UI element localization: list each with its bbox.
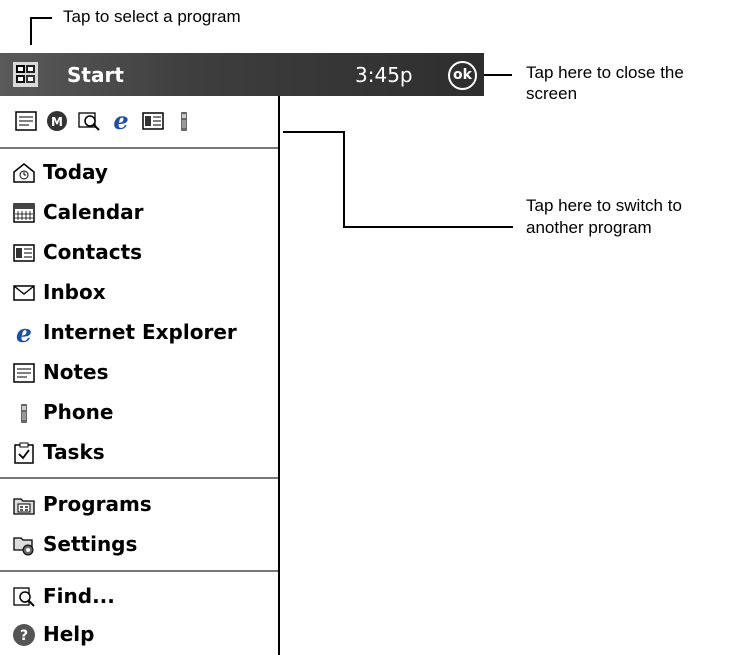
start-button[interactable]: Start bbox=[67, 63, 124, 87]
ok-button[interactable]: ok bbox=[448, 61, 477, 90]
taskbar: Start 3:45p ok bbox=[0, 53, 484, 96]
svg-text:?: ? bbox=[20, 628, 28, 644]
windows-flag-icon[interactable] bbox=[12, 61, 39, 88]
menu-item-label: Today bbox=[43, 160, 108, 184]
callout-select-program: Tap to select a program bbox=[63, 7, 241, 26]
svg-text:e: e bbox=[16, 321, 32, 345]
search-icon[interactable] bbox=[77, 109, 101, 133]
menu-item-help[interactable]: ? Help bbox=[0, 615, 278, 655]
menu-item-label: Notes bbox=[43, 360, 109, 384]
callout-line-select bbox=[30, 17, 32, 45]
phone-icon[interactable] bbox=[172, 109, 196, 133]
programs-folder-icon bbox=[13, 498, 35, 515]
menu-item-calendar[interactable]: Calendar bbox=[0, 193, 278, 233]
menu-item-programs[interactable]: Programs bbox=[0, 485, 278, 525]
menu-item-internet-explorer[interactable]: e Internet Explorer bbox=[0, 313, 278, 353]
menu-item-label: Internet Explorer bbox=[43, 320, 237, 344]
menu-item-contacts[interactable]: Contacts bbox=[0, 233, 278, 273]
start-menu: M e Today Calendar Contacts Inbox e Inte… bbox=[0, 96, 280, 655]
menu-separator bbox=[0, 477, 278, 479]
callout-switch-line2: another program bbox=[526, 218, 652, 237]
notes-icon[interactable] bbox=[14, 109, 38, 133]
callout-close-line2: screen bbox=[526, 84, 578, 103]
recent-programs-bar: M e bbox=[0, 96, 278, 146]
menu-item-label: Calendar bbox=[43, 200, 144, 224]
callout-line-switch-h2 bbox=[343, 226, 513, 228]
menu-item-label: Find... bbox=[43, 584, 115, 608]
internet-explorer-icon[interactable]: e bbox=[109, 109, 133, 133]
menu-item-label: Help bbox=[43, 622, 95, 646]
menu-item-label: Programs bbox=[43, 492, 152, 516]
menu-item-today[interactable]: Today bbox=[0, 153, 278, 193]
find-icon bbox=[13, 587, 35, 607]
help-icon: ? bbox=[13, 624, 35, 646]
callout-switch-line1: Tap here to switch to bbox=[526, 196, 682, 215]
today-icon bbox=[13, 163, 35, 183]
clock[interactable]: 3:45p bbox=[355, 63, 413, 87]
callout-line-select-h bbox=[30, 17, 52, 19]
inbox-icon bbox=[13, 285, 35, 301]
menu-item-label: Tasks bbox=[43, 440, 105, 464]
menu-item-tasks[interactable]: Tasks bbox=[0, 433, 278, 473]
callout-line-switch-v bbox=[343, 131, 345, 228]
internet-explorer-icon: e bbox=[16, 321, 32, 345]
tasks-icon bbox=[14, 442, 34, 464]
calendar-icon bbox=[13, 203, 35, 223]
callout-line-switch-h1 bbox=[283, 131, 345, 133]
contacts-icon bbox=[13, 244, 35, 262]
menu-item-label: Phone bbox=[43, 400, 114, 424]
svg-text:e: e bbox=[113, 109, 128, 133]
menu-item-phone[interactable]: Phone bbox=[0, 393, 278, 433]
contacts-icon[interactable] bbox=[141, 109, 165, 133]
menu-item-find[interactable]: Find... bbox=[0, 577, 278, 617]
menu-item-label: Settings bbox=[43, 532, 138, 556]
menu-item-notes[interactable]: Notes bbox=[0, 353, 278, 393]
menu-separator bbox=[0, 147, 278, 149]
callout-close-line1: Tap here to close the bbox=[526, 63, 684, 82]
settings-icon bbox=[13, 537, 34, 556]
menu-item-settings[interactable]: Settings bbox=[0, 525, 278, 565]
msn-messenger-icon[interactable]: M bbox=[45, 109, 69, 133]
menu-item-label: Contacts bbox=[43, 240, 143, 264]
menu-separator bbox=[0, 570, 278, 572]
notes-icon bbox=[13, 363, 35, 383]
menu-item-inbox[interactable]: Inbox bbox=[0, 273, 278, 313]
phone-icon bbox=[21, 404, 27, 423]
svg-text:M: M bbox=[51, 115, 63, 129]
menu-item-label: Inbox bbox=[43, 280, 106, 304]
